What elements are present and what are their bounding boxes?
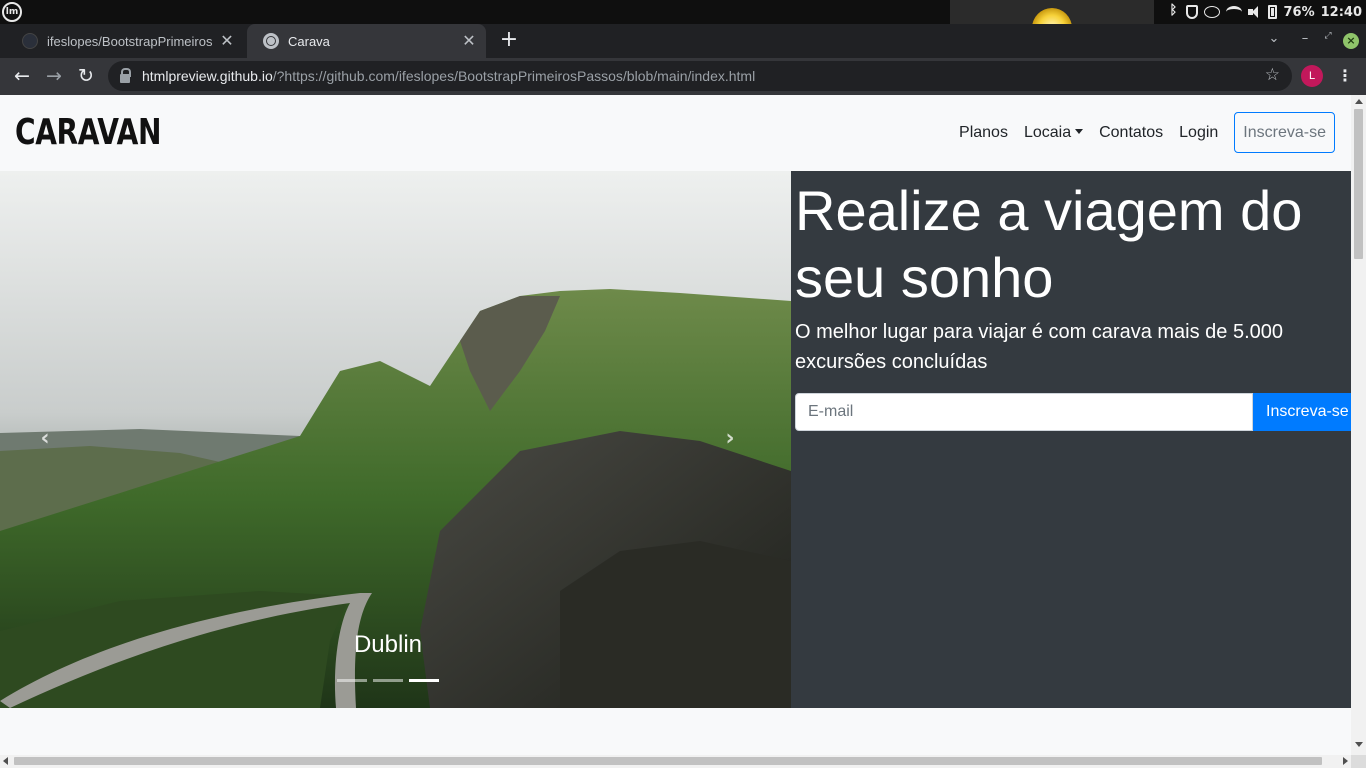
nav-link-planos[interactable]: Planos xyxy=(959,113,1008,153)
volume-icon[interactable] xyxy=(1248,6,1262,18)
carousel-indicator[interactable] xyxy=(373,679,403,682)
wifi-icon[interactable] xyxy=(1226,6,1243,18)
restore-icon[interactable]: ⤢ xyxy=(1320,31,1336,51)
nav-dropdown-label: Locaia xyxy=(1023,123,1072,141)
battery-percent: 76% xyxy=(1283,4,1315,20)
carousel-indicators xyxy=(337,679,439,682)
url-path: /?https://github.com/ifeslopes/Bootstrap… xyxy=(272,68,756,84)
system-tray: 76% 12:40 xyxy=(1168,0,1366,24)
reload-icon[interactable]: ↻ xyxy=(74,64,98,88)
clock[interactable]: 12:40 xyxy=(1321,5,1362,20)
nav-link-contatos[interactable]: Contatos xyxy=(1099,113,1163,153)
scroll-left-arrow-icon[interactable] xyxy=(3,757,8,765)
carousel-prev-icon[interactable]: ‹ xyxy=(35,427,55,451)
bluetooth-icon[interactable] xyxy=(1168,3,1180,19)
shield-icon[interactable] xyxy=(1186,5,1199,19)
carousel-next-icon[interactable]: › xyxy=(720,427,740,451)
scroll-up-arrow-icon[interactable] xyxy=(1355,99,1363,104)
battery-icon[interactable] xyxy=(1268,5,1278,19)
tab-github[interactable]: ifeslopes/BootstrapPrimeiros ✕ xyxy=(6,24,244,58)
tab-carava[interactable]: Carava ✕ xyxy=(247,24,486,58)
tab-title: ifeslopes/BootstrapPrimeiros xyxy=(47,33,213,49)
address-bar[interactable]: htmlpreview.github.io/?https://github.co… xyxy=(108,61,1292,91)
landscape-photo xyxy=(0,171,791,708)
window-close-icon[interactable]: × xyxy=(1343,33,1359,49)
forward-arrow-icon[interactable]: → xyxy=(42,64,66,88)
vertical-scrollbar[interactable] xyxy=(1351,95,1366,755)
caret-down-icon xyxy=(1075,128,1084,134)
browser-toolbar: ← → ↻ htmlpreview.github.io/?https://git… xyxy=(0,58,1366,95)
page-viewport: CARAVAN Planos Locaia Contatos Login Ins… xyxy=(0,95,1351,755)
minimize-icon[interactable]: – xyxy=(1296,31,1314,51)
wallpaper-sun-thumbnail xyxy=(950,0,1154,24)
signup-form: Inscreva-se xyxy=(795,393,1351,431)
navbar-signup-button[interactable]: Inscreva-se xyxy=(1234,112,1335,153)
hero-title: Realize a viagem do seu sonho xyxy=(795,179,1303,309)
nav-dropdown-locaia[interactable]: Locaia xyxy=(1023,113,1084,153)
profile-avatar[interactable]: L xyxy=(1301,65,1323,87)
github-favicon-icon xyxy=(22,33,38,49)
carousel-indicator-active[interactable] xyxy=(409,679,439,682)
os-top-bar: lm 76% 12:40 xyxy=(0,0,1366,24)
globe-favicon-icon xyxy=(263,33,279,49)
hero-lead: O melhor lugar para viajar é com carava … xyxy=(795,321,1284,373)
tab-title: Carava xyxy=(288,33,330,49)
browser-tab-strip: ifeslopes/BootstrapPrimeiros ✕ Carava ✕ … xyxy=(0,24,1366,58)
scrollbar-corner xyxy=(1351,755,1366,768)
close-tab-icon[interactable]: ✕ xyxy=(460,32,478,50)
mint-menu-icon[interactable]: lm xyxy=(2,2,22,22)
carousel-indicator[interactable] xyxy=(337,679,367,682)
scroll-right-arrow-icon[interactable] xyxy=(1343,757,1348,765)
image-carousel: ‹ › Dublin xyxy=(0,171,791,708)
url-host: htmlpreview.github.io xyxy=(142,68,273,84)
signup-button[interactable]: Inscreva-se xyxy=(1253,393,1351,431)
scrollbar-thumb[interactable] xyxy=(1354,109,1363,259)
nav-link-login[interactable]: Login xyxy=(1179,113,1218,153)
bookmark-star-icon[interactable]: ☆ xyxy=(1265,65,1280,85)
scrollbar-thumb[interactable] xyxy=(14,757,1322,765)
carousel-caption: Dublin xyxy=(353,631,423,658)
close-tab-icon[interactable]: ✕ xyxy=(218,32,236,50)
nav-links: Planos Locaia Contatos Login Inscreva-se xyxy=(959,112,1335,153)
browser-menu-icon[interactable]: ⋮ xyxy=(1336,64,1354,88)
site-navbar: CARAVAN Planos Locaia Contatos Login Ins… xyxy=(0,95,1351,171)
tab-search-chevron-icon[interactable]: ⌄ xyxy=(1264,31,1284,51)
brand-logo[interactable]: CARAVAN xyxy=(15,113,162,153)
hero-panel: Realize a viagem do seu sonho O melhor l… xyxy=(791,171,1351,708)
lock-icon[interactable] xyxy=(120,67,131,83)
email-input[interactable] xyxy=(795,393,1253,431)
new-tab-button[interactable]: + xyxy=(498,29,520,51)
horizontal-scrollbar[interactable] xyxy=(0,755,1351,768)
intel-icon[interactable] xyxy=(1204,6,1221,18)
scroll-down-arrow-icon[interactable] xyxy=(1355,742,1363,747)
back-arrow-icon[interactable]: ← xyxy=(10,64,34,88)
